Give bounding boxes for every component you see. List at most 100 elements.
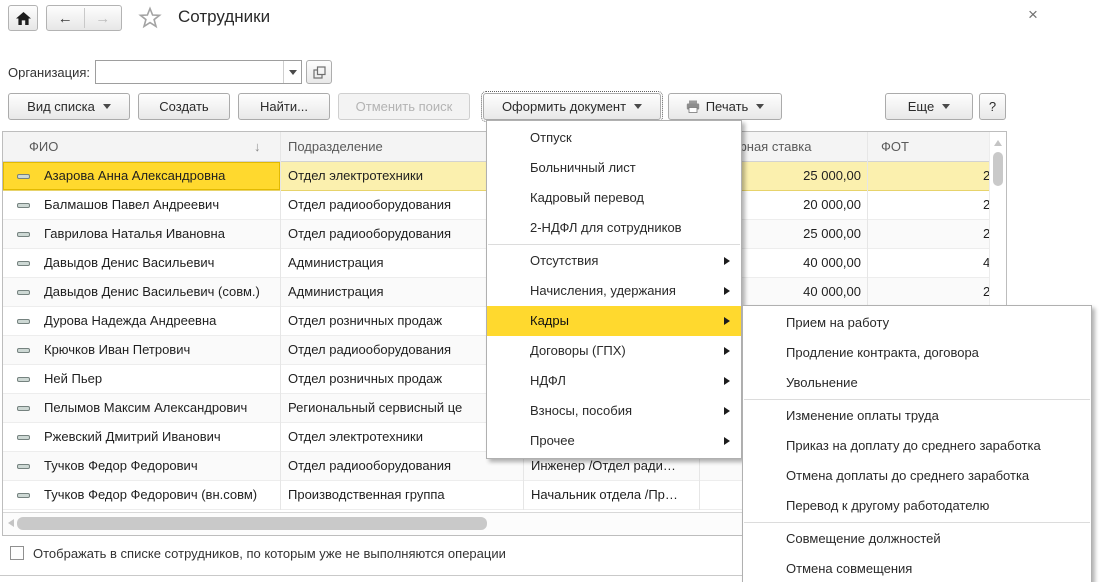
favorites-star-button[interactable]: [138, 6, 162, 30]
submenu-item-perevod-k-drugomu-rabotodatelyu[interactable]: Перевод к другому работодателю: [743, 491, 1091, 521]
employee-state-icon: [17, 493, 30, 498]
help-button[interactable]: ?: [979, 93, 1006, 120]
employee-state-icon: [17, 319, 30, 324]
submenu-arrow-icon: [724, 287, 730, 295]
organization-input[interactable]: [98, 63, 282, 83]
employee-state-icon: [17, 377, 30, 382]
menu-item-otpusk[interactable]: Отпуск: [487, 123, 741, 153]
employee-state-icon: [17, 261, 30, 266]
grid-line: [280, 132, 281, 510]
scroll-left-icon[interactable]: [8, 519, 14, 527]
combo-dropdown-button[interactable]: [283, 61, 301, 83]
chevron-down-icon: [289, 70, 297, 75]
employee-state-icon: [17, 406, 30, 411]
submenu-arrow-icon: [724, 347, 730, 355]
history-nav-group: ← →: [46, 5, 122, 31]
menu-item-kadrovy-perevod[interactable]: Кадровый перевод: [487, 183, 741, 213]
submenu-arrow-icon: [724, 407, 730, 415]
menu-item-otsutstviya[interactable]: Отсутствия: [487, 246, 741, 276]
cell-position: Начальник отдела /Пр…: [531, 487, 697, 502]
close-icon[interactable]: ×: [1022, 4, 1044, 26]
forward-button[interactable]: →: [85, 6, 122, 30]
horizontal-scroll-thumb[interactable]: [17, 517, 487, 530]
chevron-down-icon: [634, 104, 642, 109]
printer-icon: [686, 100, 700, 113]
employees-window: ← → Сотрудники × Организация: Вид списка…: [0, 0, 1100, 582]
menu-separator: [744, 399, 1090, 400]
menu-item-kadry[interactable]: Кадры: [487, 306, 741, 336]
column-header-fio[interactable]: ФИО: [29, 139, 58, 154]
make-document-menu: Отпуск Больничный лист Кадровый перевод …: [486, 120, 742, 459]
employee-state-icon: [17, 348, 30, 353]
menu-item-2ndfl[interactable]: 2-НДФЛ для сотрудников: [487, 213, 741, 243]
submenu-item-priem-na-rabotu[interactable]: Прием на работу: [743, 308, 1091, 338]
chevron-down-icon: [103, 104, 111, 109]
cell-fio: Ржевский Дмитрий Иванович: [44, 429, 276, 444]
chevron-down-icon: [942, 104, 950, 109]
submenu-arrow-icon: [724, 377, 730, 385]
menu-separator: [488, 244, 740, 245]
submenu-arrow-icon: [724, 257, 730, 265]
submenu-arrow-icon: [724, 437, 730, 445]
vertical-scroll-thumb[interactable]: [993, 152, 1003, 186]
cell-department: Производственная группа: [288, 487, 521, 502]
print-button[interactable]: Печать: [668, 93, 782, 120]
employee-state-icon: [17, 290, 30, 295]
make-document-button[interactable]: Оформить документ: [483, 93, 661, 120]
cell-department: Отдел радиооборудования: [288, 458, 521, 473]
window-bottom-divider: [0, 575, 742, 576]
submenu-item-sovmeshchenie-dolzhnostey[interactable]: Совмещение должностей: [743, 524, 1091, 554]
submenu-item-otmena-doplaty[interactable]: Отмена доплаты до среднего заработка: [743, 461, 1091, 491]
menu-item-vznosy-posobiya[interactable]: Взносы, пособия: [487, 396, 741, 426]
submenu-item-otmena-sovmeshcheniya[interactable]: Отмена совмещения: [743, 554, 1091, 582]
employee-state-icon: [17, 464, 30, 469]
create-button[interactable]: Создать: [138, 93, 230, 120]
kadry-submenu: Прием на работу Продление контракта, дог…: [742, 305, 1092, 582]
cell-fio: Давыдов Денис Васильевич (совм.): [44, 284, 276, 299]
column-header-fot[interactable]: ФОТ: [881, 139, 909, 154]
more-button[interactable]: Еще: [885, 93, 973, 120]
cell-fio: Гаврилова Наталья Ивановна: [44, 226, 276, 241]
submenu-arrow-icon: [724, 317, 730, 325]
submenu-item-prodlenie-kontrakta[interactable]: Продление контракта, договора: [743, 338, 1091, 368]
organization-combobox[interactable]: [95, 60, 302, 84]
menu-item-prochee[interactable]: Прочее: [487, 426, 741, 456]
back-button[interactable]: ←: [47, 6, 84, 30]
find-button[interactable]: Найти...: [238, 93, 330, 120]
employee-state-icon: [17, 435, 30, 440]
menu-item-bolnichny-list[interactable]: Больничный лист: [487, 153, 741, 183]
scroll-up-icon[interactable]: [994, 140, 1002, 146]
submenu-item-prikaz-na-doplatu[interactable]: Приказ на доплату до среднего заработка: [743, 431, 1091, 461]
organization-choose-button[interactable]: [306, 60, 332, 84]
employee-state-icon: [17, 232, 30, 237]
submenu-item-izmenenie-oplaty-truda[interactable]: Изменение оплаты труда: [743, 401, 1091, 431]
show-inactive-checkbox[interactable]: [10, 546, 24, 560]
cell-fio: Тучков Федор Федорович: [44, 458, 276, 473]
menu-item-nachisleniya-uderzhaniya[interactable]: Начисления, удержания: [487, 276, 741, 306]
menu-item-dogovory-gph[interactable]: Договоры (ГПХ): [487, 336, 741, 366]
cell-fio: Пелымов Максим Александрович: [44, 400, 276, 415]
chevron-down-icon: [756, 104, 764, 109]
home-button[interactable]: [8, 5, 38, 31]
sort-desc-icon[interactable]: ↓: [254, 139, 261, 154]
employee-state-icon: [17, 174, 30, 179]
page-title: Сотрудники: [178, 7, 270, 27]
cell-fio: Тучков Федор Федорович (вн.совм): [44, 487, 276, 502]
home-icon: [16, 12, 31, 25]
forward-arrow-icon: →: [95, 10, 110, 27]
cell-fio: Балмашов Павел Андреевич: [44, 197, 276, 212]
menu-item-ndfl[interactable]: НДФЛ: [487, 366, 741, 396]
view-list-button[interactable]: Вид списка: [8, 93, 130, 120]
show-inactive-label: Отображать в списке сотрудников, по кото…: [33, 546, 506, 561]
cell-fio: Давыдов Денис Васильевич: [44, 255, 276, 270]
column-header-department[interactable]: Подразделение: [288, 139, 383, 154]
cell-position: Инженер /Отдел ради…: [531, 458, 697, 473]
cell-fio: Крючков Иван Петрович: [44, 342, 276, 357]
cancel-search-button: Отменить поиск: [338, 93, 470, 120]
cell-fio: Ней Пьер: [44, 371, 276, 386]
cell-fio: Азарова Анна Александровна: [44, 168, 276, 183]
employee-state-icon: [17, 203, 30, 208]
menu-separator: [744, 522, 1090, 523]
choose-from-list-icon: [313, 66, 326, 79]
submenu-item-uvolnenie[interactable]: Увольнение: [743, 368, 1091, 398]
